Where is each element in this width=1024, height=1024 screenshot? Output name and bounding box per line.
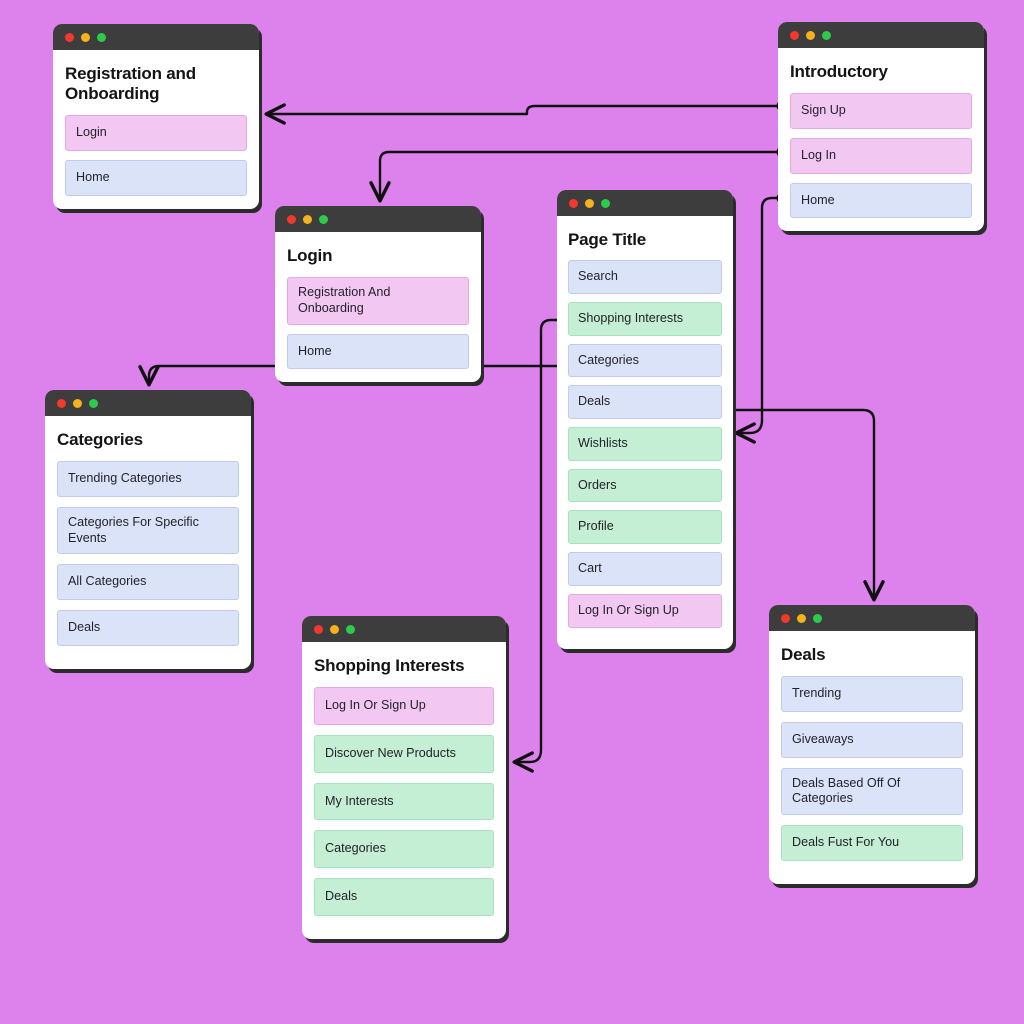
close-dot-icon[interactable] <box>57 398 66 408</box>
list-item-all-categories[interactable]: All Categories <box>57 564 239 600</box>
list-item-shopping-interests[interactable]: Shopping Interests <box>568 301 722 336</box>
titlebar[interactable] <box>45 390 251 416</box>
list-item-cart[interactable]: Cart <box>568 552 722 586</box>
flow-diagram-canvas: Registration and Onboarding Login Home I… <box>0 0 1024 1024</box>
window-login[interactable]: Login Registration And Onboarding Home <box>275 206 481 383</box>
window-title: Page Title <box>568 230 646 249</box>
list-item-deals[interactable]: Deals <box>57 609 239 646</box>
list-item-log-in-or-sign-up[interactable]: Log In Or Sign Up <box>314 687 494 725</box>
list-item-login[interactable]: Login <box>65 115 247 151</box>
window-shopping-interests[interactable]: Shopping Interests Log In Or Sign Up Dis… <box>302 616 506 939</box>
list-item-home[interactable]: Home <box>790 182 972 219</box>
maximize-dot-icon[interactable] <box>822 30 831 40</box>
list-item-my-interests[interactable]: My Interests <box>314 782 494 821</box>
titlebar[interactable] <box>275 206 481 232</box>
list-item-deals[interactable]: Deals <box>568 385 722 419</box>
close-dot-icon[interactable] <box>314 624 323 634</box>
connector-signup-to-registration <box>264 100 788 125</box>
list-item-categories[interactable]: Categories <box>568 343 722 378</box>
window-body: Categories Trending Categories Categorie… <box>45 416 251 669</box>
window-page-title[interactable]: Page Title Search Shopping Interests Cat… <box>557 190 733 649</box>
maximize-dot-icon[interactable] <box>601 198 610 208</box>
list-item-home[interactable]: Home <box>287 333 469 370</box>
titlebar[interactable] <box>53 24 259 50</box>
connector-deals <box>710 404 885 602</box>
window-body: Introductory Sign Up Log In Home <box>778 48 984 231</box>
titlebar[interactable] <box>769 605 975 631</box>
list-item-log-in[interactable]: Log In <box>790 137 972 174</box>
list-item-deals-based-off-of-categories[interactable]: Deals Based Off Of Categories <box>781 767 963 815</box>
window-deals[interactable]: Deals Trending Giveaways Deals Based Off… <box>769 605 975 884</box>
list-item-deals[interactable]: Deals <box>314 877 494 916</box>
list-item-categories-for-specific-events[interactable]: Categories For Specific Events <box>57 506 239 555</box>
maximize-dot-icon[interactable] <box>89 398 98 408</box>
window-body: Deals Trending Giveaways Deals Based Off… <box>769 631 975 884</box>
list-item-giveaways[interactable]: Giveaways <box>781 721 963 758</box>
minimize-dot-icon[interactable] <box>797 613 806 623</box>
minimize-dot-icon[interactable] <box>330 624 339 634</box>
close-dot-icon[interactable] <box>65 32 74 42</box>
list-item-trending[interactable]: Trending <box>781 676 963 712</box>
list-item-categories[interactable]: Categories <box>314 830 494 868</box>
close-dot-icon[interactable] <box>287 214 296 224</box>
window-title: Login <box>287 246 333 265</box>
list-item-deals-fust-for-you[interactable]: Deals Fust For You <box>781 824 963 861</box>
titlebar[interactable] <box>778 22 984 48</box>
maximize-dot-icon[interactable] <box>813 613 822 623</box>
window-title: Introductory <box>790 62 888 81</box>
minimize-dot-icon[interactable] <box>585 198 594 208</box>
list-item-discover-new-products[interactable]: Discover New Products <box>314 734 494 773</box>
list-item-home[interactable]: Home <box>65 159 247 196</box>
window-body: Shopping Interests Log In Or Sign Up Dis… <box>302 642 506 939</box>
list-item-registration-and-onboarding[interactable]: Registration And Onboarding <box>287 277 469 325</box>
list-item-sign-up[interactable]: Sign Up <box>790 93 972 129</box>
list-item-log-in-or-sign-up[interactable]: Log In Or Sign Up <box>568 593 722 628</box>
list-item-wishlists[interactable]: Wishlists <box>568 426 722 461</box>
titlebar[interactable] <box>302 616 506 642</box>
window-title: Registration and Onboarding <box>65 64 196 104</box>
window-title: Categories <box>57 430 143 449</box>
list-item-orders[interactable]: Orders <box>568 468 722 503</box>
window-categories[interactable]: Categories Trending Categories Categorie… <box>45 390 251 669</box>
minimize-dot-icon[interactable] <box>81 32 90 42</box>
maximize-dot-icon[interactable] <box>97 32 106 42</box>
window-registration-and-onboarding[interactable]: Registration and Onboarding Login Home <box>53 24 259 209</box>
minimize-dot-icon[interactable] <box>806 30 815 40</box>
close-dot-icon[interactable] <box>781 613 790 623</box>
minimize-dot-icon[interactable] <box>303 214 312 224</box>
maximize-dot-icon[interactable] <box>319 214 328 224</box>
window-body: Page Title Search Shopping Interests Cat… <box>557 216 733 649</box>
window-title: Deals <box>781 645 826 664</box>
window-body: Registration and Onboarding Login Home <box>53 50 259 209</box>
close-dot-icon[interactable] <box>569 198 578 208</box>
window-body: Login Registration And Onboarding Home <box>275 232 481 382</box>
titlebar[interactable] <box>557 190 733 216</box>
minimize-dot-icon[interactable] <box>73 398 82 408</box>
list-item-profile[interactable]: Profile <box>568 510 722 545</box>
list-item-search[interactable]: Search <box>568 260 722 294</box>
close-dot-icon[interactable] <box>790 30 799 40</box>
maximize-dot-icon[interactable] <box>346 624 355 634</box>
list-item-trending-categories[interactable]: Trending Categories <box>57 461 239 497</box>
window-introductory[interactable]: Introductory Sign Up Log In Home <box>778 22 984 232</box>
window-title: Shopping Interests <box>314 656 465 675</box>
connector-home-to-page-title <box>734 192 788 444</box>
